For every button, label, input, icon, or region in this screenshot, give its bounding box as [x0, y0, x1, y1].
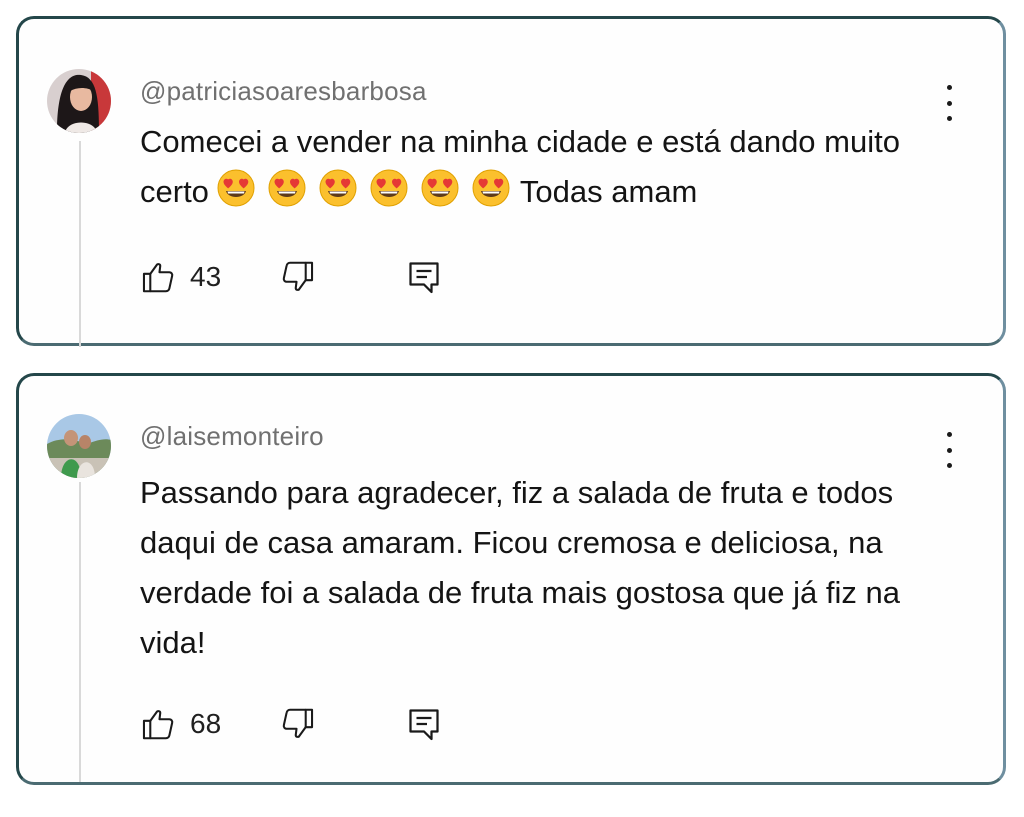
- comment-text: Passando para agradecer, fiz a salada de…: [140, 475, 900, 660]
- thread-line: [79, 482, 81, 782]
- heart-eyes-emoji: [421, 169, 459, 207]
- thread-line: [79, 141, 81, 347]
- comment-card: @laisemonteiro Passando para agradecer, …: [16, 373, 1006, 785]
- heart-eyes-emoji-group: [213, 168, 514, 208]
- thumbs-down-icon: [282, 708, 314, 738]
- comments-screen: @patriciasoaresbarbosa Comecei a vender …: [0, 0, 1024, 817]
- reply-icon: [409, 709, 439, 741]
- heart-eyes-emoji: [370, 169, 408, 207]
- comment-text: Comecei a vender na minha cidade e está …: [140, 117, 960, 217]
- reply-icon: [409, 262, 439, 294]
- heart-eyes-emoji: [268, 169, 306, 207]
- like-button[interactable]: 43: [140, 258, 250, 296]
- comment-author[interactable]: @patriciasoaresbarbosa: [140, 76, 427, 107]
- comment-actions: 43: [140, 255, 442, 299]
- comment-text-end: Todas amam: [519, 174, 698, 209]
- heart-eyes-emoji: [217, 169, 255, 207]
- thumbs-down-icon: [282, 261, 314, 291]
- like-count: 68: [190, 708, 222, 739]
- comment-author[interactable]: @laisemonteiro: [140, 421, 324, 452]
- avatar-image: [47, 69, 111, 133]
- heart-eyes-emoji: [319, 169, 357, 207]
- more-vert-icon[interactable]: [943, 85, 955, 121]
- comment-card: @patriciasoaresbarbosa Comecei a vender …: [16, 16, 1006, 347]
- dislike-button[interactable]: [278, 258, 316, 296]
- heart-eyes-emoji: [472, 169, 510, 207]
- reply-button[interactable]: [406, 258, 442, 296]
- dislike-button[interactable]: [278, 705, 316, 743]
- more-vert-icon[interactable]: [943, 432, 955, 468]
- thumbs-up-icon: [142, 710, 174, 740]
- reply-button[interactable]: [406, 705, 442, 743]
- thumbs-up-icon: [142, 263, 174, 293]
- avatar[interactable]: [47, 414, 111, 478]
- like-count: 43: [190, 261, 222, 292]
- comment-actions: 68: [140, 702, 442, 746]
- like-button[interactable]: 68: [140, 705, 250, 743]
- avatar-image: [47, 414, 111, 478]
- avatar[interactable]: [47, 69, 111, 133]
